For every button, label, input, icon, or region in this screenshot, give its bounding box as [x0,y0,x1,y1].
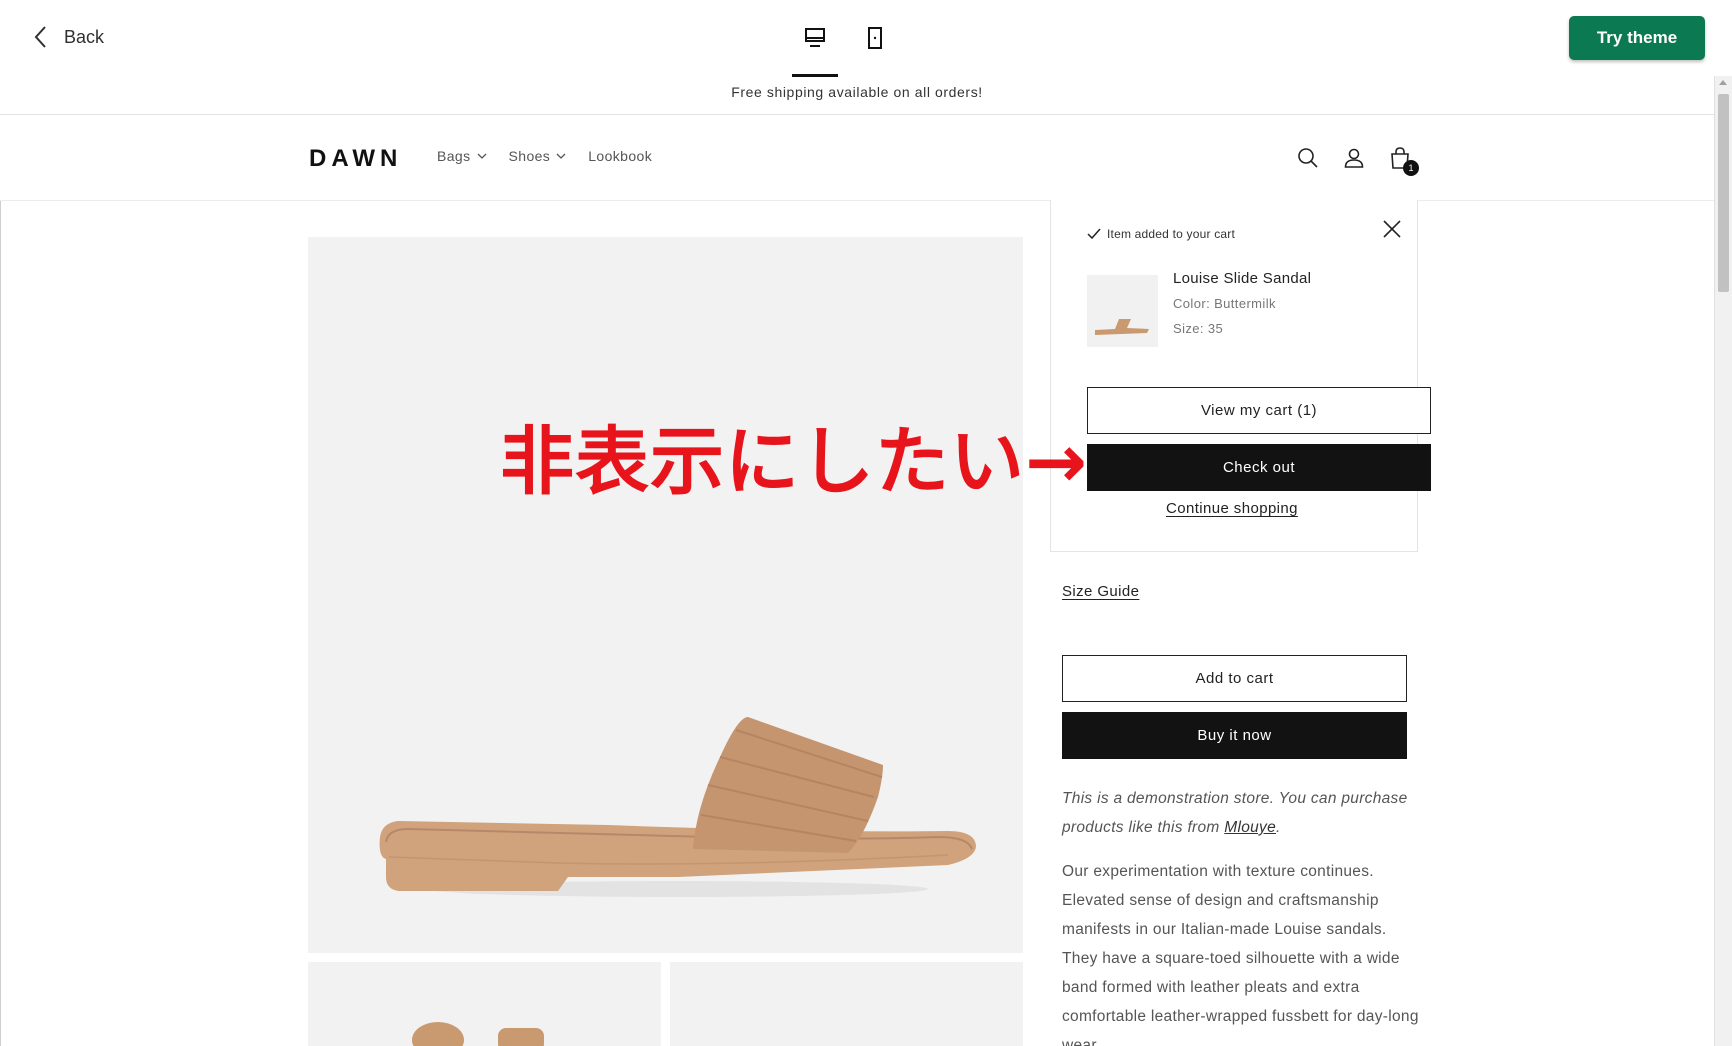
nav-item-lookbook[interactable]: Lookbook [588,148,652,164]
product-description: Our experimentation with texture continu… [1062,863,1419,1046]
back-label: Back [64,26,105,47]
checkout-button[interactable]: Check out [1087,444,1431,491]
store-logo[interactable]: DAWN [309,145,402,173]
nav-item-shoes[interactable]: Shoes [509,148,567,164]
nav-label: Lookbook [588,148,653,164]
product-thumbnail[interactable] [670,962,1023,1046]
cart-button[interactable]: 1 [1388,146,1419,176]
cart-count-badge: 1 [1403,160,1419,176]
main-nav: Bags Shoes Lookbook [437,148,652,164]
scroll-up-arrow-icon[interactable] [1719,80,1727,85]
annotation-text: 非表示にしたい→ [500,419,1089,505]
continue-shopping-link[interactable]: Continue shopping [1166,500,1298,517]
cart-notification: Item added to your cart Louise Slide San… [1050,200,1431,552]
store-header: DAWN Bags Shoes Lookbook 1 [0,115,1714,201]
account-button[interactable] [1342,146,1366,170]
desktop-view-button[interactable] [792,20,838,56]
sandal-thumbnail-image [1095,319,1149,335]
chevron-left-icon [34,26,46,48]
demo-store-note: This is a demonstration store. You can p… [1062,790,1408,836]
add-to-cart-button[interactable]: Add to cart [1062,655,1407,702]
search-icon [1298,148,1318,168]
mobile-icon [868,27,882,49]
sandal-image [379,717,977,897]
cart-product-image [1087,275,1158,347]
size-guide-link[interactable]: Size Guide [1062,583,1139,600]
close-icon[interactable] [1381,218,1403,240]
mobile-view-button[interactable] [852,20,898,56]
vendor-link[interactable]: Mlouye [1224,819,1276,836]
active-device-indicator [792,74,838,77]
scrollbar-thumb[interactable] [1718,94,1729,292]
product-main-image[interactable] [308,237,1023,953]
try-theme-button[interactable]: Try theme [1569,16,1705,60]
product-thumbnail[interactable] [308,962,661,1046]
nav-label: Shoes [508,148,551,164]
desktop-icon [805,28,825,47]
scrollbar[interactable] [1714,76,1732,1046]
back-button[interactable]: Back [32,24,104,50]
view-cart-button[interactable]: View my cart (1) [1087,387,1431,434]
editor-topbar: Back Try theme Free shipping available o… [0,0,1732,115]
device-toggle [792,20,898,56]
chevron-down-icon [477,153,486,159]
header-icons: 1 [1296,146,1419,176]
checkmark-icon [1087,228,1101,240]
nav-item-bags[interactable]: Bags [437,148,487,164]
account-icon [1344,148,1364,168]
chevron-down-icon [556,153,566,159]
sandal-thumbnail-image [412,1022,544,1046]
cart-added-message: Item added to your cart [1087,227,1235,241]
cart-product-color: Color: Buttermilk [1173,296,1276,311]
search-button[interactable] [1296,146,1320,170]
nav-label: Bags [437,148,471,164]
buy-it-now-button[interactable]: Buy it now [1062,712,1407,759]
cart-product-size: Size: 35 [1173,321,1224,336]
announcement-bar: Free shipping available on all orders! [731,84,983,100]
added-text: Item added to your cart [1107,227,1235,241]
cart-product-name: Louise Slide Sandal [1173,270,1312,287]
